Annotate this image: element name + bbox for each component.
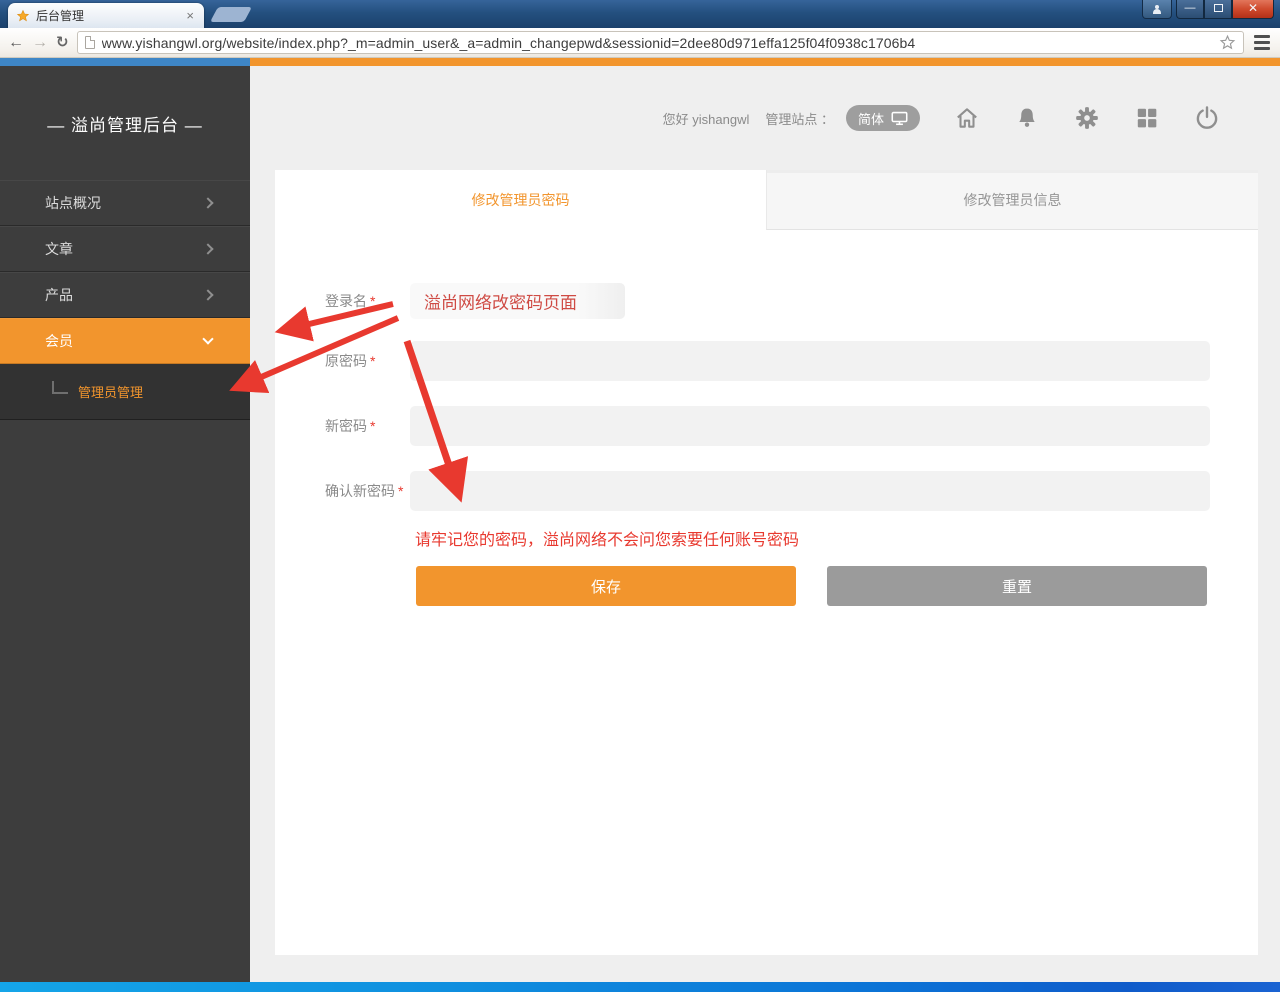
new-password-input[interactable] — [410, 406, 1210, 446]
language-pill-button[interactable]: 简体 — [846, 105, 920, 131]
tree-branch-icon — [52, 381, 68, 394]
reload-button[interactable]: ↻ — [56, 35, 69, 50]
gear-icon[interactable] — [1074, 105, 1100, 131]
sidebar-item-products[interactable]: 产品 — [0, 272, 250, 318]
chevron-right-icon — [202, 243, 213, 254]
tab-change-password[interactable]: 修改管理员密码 — [275, 170, 766, 230]
chevron-right-icon — [202, 289, 213, 300]
old-password-input[interactable] — [410, 341, 1210, 381]
annotation-text: 溢尚网络改密码页面 — [424, 289, 577, 314]
power-icon[interactable] — [1194, 105, 1220, 131]
language-label: 简体 — [858, 109, 884, 128]
minimize-button[interactable]: — — [1176, 0, 1204, 19]
forward-button[interactable]: → — [32, 35, 48, 51]
content-top-strip — [250, 58, 1280, 66]
profile-button[interactable] — [1142, 0, 1172, 19]
chevron-down-icon — [202, 333, 213, 344]
bottom-blue-strip — [0, 982, 1280, 992]
sidebar: — 溢尚管理后台 — 站点概况 文章 产品 会员 管理员管理 — [0, 66, 250, 982]
admin-topbar: 您好 yishangwl 管理站点 ： 简体 — [250, 66, 1280, 170]
bell-icon[interactable] — [1014, 105, 1040, 131]
favicon-star-icon — [16, 9, 30, 23]
greeting-text: 您好 yishangwl — [663, 109, 750, 128]
home-icon[interactable] — [954, 105, 980, 131]
login-name-label: 登录名* — [325, 291, 410, 311]
required-mark: * — [370, 353, 375, 369]
required-mark: * — [370, 293, 375, 309]
save-button[interactable]: 保存 — [416, 566, 796, 606]
browser-toolbar: ← → ↻ www.yishangwl.org/website/index.ph… — [0, 28, 1280, 58]
sidebar-item-articles[interactable]: 文章 — [0, 226, 250, 272]
sidebar-subitem-admin-management[interactable]: 管理员管理 — [0, 364, 250, 420]
maximize-button[interactable] — [1204, 0, 1232, 19]
form-row-login-name: 登录名* 溢尚网络改密码页面 — [325, 283, 1258, 319]
browser-titlebar: 后台管理 × — ✕ — [0, 0, 1280, 28]
form-buttons: 保存 重置 — [416, 566, 1258, 606]
password-warning-text: 请牢记您的密码，溢尚网络不会问您索要任何账号密码 — [415, 526, 1258, 550]
sidebar-item-members[interactable]: 会员 — [0, 318, 250, 364]
sidebar-top-strip — [0, 58, 250, 66]
confirm-password-label: 确认新密码* — [325, 481, 410, 501]
form-row-old-password: 原密码* — [325, 341, 1258, 381]
page-doc-icon — [85, 36, 95, 49]
manage-site-label: 管理站点 ： — [765, 109, 834, 128]
chevron-right-icon — [202, 197, 213, 208]
form-row-confirm-password: 确认新密码* — [325, 471, 1258, 511]
tab-title: 后台管理 — [36, 7, 178, 24]
monitor-icon — [891, 111, 908, 126]
form-row-new-password: 新密码* — [325, 406, 1258, 446]
sidebar-item-site-overview[interactable]: 站点概况 — [0, 180, 250, 226]
admin-card: 修改管理员密码 修改管理员信息 登录名* 溢尚网络改密码页面 原密码* — [275, 170, 1258, 955]
url-bar[interactable]: www.yishangwl.org/website/index.php?_m=a… — [77, 31, 1244, 54]
main-content: 您好 yishangwl 管理站点 ： 简体 — [250, 66, 1280, 982]
tab-close-icon[interactable]: × — [184, 8, 196, 23]
grid-icon[interactable] — [1134, 105, 1160, 131]
login-name-input[interactable]: 溢尚网络改密码页面 — [410, 283, 625, 319]
required-mark: * — [370, 418, 375, 434]
bookmark-star-icon[interactable] — [1219, 34, 1236, 51]
back-button[interactable]: ← — [8, 35, 24, 51]
required-mark: * — [398, 483, 403, 499]
browser-menu-icon[interactable] — [1252, 33, 1272, 52]
new-tab-button[interactable] — [210, 7, 252, 22]
url-text[interactable]: www.yishangwl.org/website/index.php?_m=a… — [102, 35, 1212, 51]
confirm-password-input[interactable] — [410, 471, 1210, 511]
close-window-button[interactable]: ✕ — [1232, 0, 1274, 19]
browser-tab[interactable]: 后台管理 × — [8, 3, 204, 28]
person-icon — [1153, 5, 1161, 14]
change-password-form: 登录名* 溢尚网络改密码页面 原密码* 新密码* — [275, 230, 1258, 606]
card-tabs: 修改管理员密码 修改管理员信息 — [275, 170, 1258, 230]
tab-change-info[interactable]: 修改管理员信息 — [766, 170, 1258, 230]
reset-button[interactable]: 重置 — [827, 566, 1207, 606]
old-password-label: 原密码* — [325, 351, 410, 371]
sidebar-title: — 溢尚管理后台 — — [0, 66, 250, 180]
new-password-label: 新密码* — [325, 416, 410, 436]
